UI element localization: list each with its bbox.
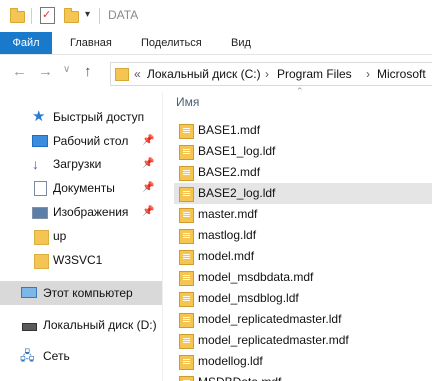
database-file-icon <box>179 166 194 181</box>
chevron-right-icon: › <box>265 67 269 81</box>
pin-icon[interactable]: 📌 <box>142 206 154 217</box>
desktop-icon <box>32 135 48 147</box>
folder-icon[interactable] <box>10 8 25 23</box>
nav-local-disk-d[interactable]: Локальный диск (D:) <box>0 313 162 337</box>
drive-icon <box>22 323 37 331</box>
pane-splitter[interactable] <box>162 92 163 381</box>
chevron-up-icon: ⌃ <box>296 86 304 96</box>
breadcrumb-overflow[interactable]: « <box>134 63 141 85</box>
file-row[interactable]: BASE2.mdf <box>174 162 432 183</box>
nav-quick-access[interactable]: ★ Быстрый доступ <box>0 105 162 129</box>
nav-pictures[interactable]: Изображения 📌 <box>0 200 162 224</box>
chevron-right-icon: › <box>366 67 370 81</box>
folder-icon <box>34 230 49 245</box>
download-icon: ↓ <box>32 156 39 172</box>
file-row[interactable]: model.mdf <box>174 246 432 267</box>
nav-this-pc[interactable]: Этот компьютер <box>0 281 162 305</box>
nav-documents[interactable]: Документы 📌 <box>0 176 162 200</box>
file-row[interactable]: BASE1_log.ldf <box>174 141 432 162</box>
file-row[interactable]: modellog.ldf <box>174 351 432 372</box>
file-row[interactable]: mastlog.ldf <box>174 225 432 246</box>
separator <box>99 8 100 24</box>
separator <box>31 8 32 24</box>
picture-icon <box>32 207 48 219</box>
database-file-icon <box>179 355 194 370</box>
file-row-selected[interactable]: BASE2_log.ldf <box>174 183 432 204</box>
nav-desktop[interactable]: Рабочий стол 📌 <box>0 129 162 153</box>
back-arrow-icon[interactable]: ← <box>12 63 27 80</box>
database-file-icon <box>179 208 194 223</box>
computer-icon <box>21 287 37 298</box>
up-arrow-icon[interactable]: ↑ <box>84 63 92 80</box>
database-file-icon <box>179 187 194 202</box>
ribbon-tabs: Файл Главная Поделиться Вид <box>0 32 432 55</box>
file-row[interactable]: model_msdblog.ldf <box>174 288 432 309</box>
file-row[interactable]: MSDBData.mdf <box>174 372 432 381</box>
pin-icon[interactable]: 📌 <box>142 182 154 193</box>
database-file-icon <box>179 250 194 265</box>
star-icon: ★ <box>32 108 46 125</box>
breadcrumb-local-disk-c[interactable]: Локальный диск (C:) <box>147 63 261 85</box>
forward-arrow-icon[interactable]: → <box>38 63 53 80</box>
column-header-name[interactable]: Имя ⌃ <box>176 86 432 112</box>
file-row[interactable]: model_msdbdata.mdf <box>174 267 432 288</box>
file-row[interactable]: BASE1.mdf <box>174 120 432 141</box>
pin-icon[interactable]: 📌 <box>142 158 154 169</box>
tab-file[interactable]: Файл <box>0 32 52 54</box>
file-row[interactable]: master.mdf <box>174 204 432 225</box>
recent-locations-chevron-icon[interactable]: ∨ <box>63 64 70 75</box>
breadcrumb-program-files[interactable]: Program Files <box>277 63 352 85</box>
database-file-icon <box>179 313 194 328</box>
network-icon: 🖧 <box>20 348 35 363</box>
database-file-icon <box>179 376 194 381</box>
file-row[interactable]: model_replicatedmaster.mdf <box>174 330 432 351</box>
nav-network[interactable]: 🖧 Сеть <box>0 344 162 368</box>
address-bar[interactable]: « Локальный диск (C:) › Program Files › … <box>110 62 432 86</box>
new-folder-icon[interactable] <box>64 8 79 23</box>
folder-icon <box>115 68 129 81</box>
database-file-icon <box>179 292 194 307</box>
document-icon <box>34 181 47 196</box>
title-bar: ✓ ▾ DATA <box>0 0 432 32</box>
database-file-icon <box>179 124 194 139</box>
nav-folder-w3svc1[interactable]: W3SVC1 <box>0 248 162 272</box>
database-file-icon <box>179 229 194 244</box>
window-title: DATA <box>108 8 139 22</box>
database-file-icon <box>179 145 194 160</box>
tab-home[interactable]: Главная <box>70 32 112 54</box>
pin-icon[interactable]: 📌 <box>142 135 154 146</box>
tab-share[interactable]: Поделиться <box>141 32 202 54</box>
file-row[interactable]: model_replicatedmaster.ldf <box>174 309 432 330</box>
nav-downloads[interactable]: ↓ Загрузки 📌 <box>0 152 162 176</box>
tab-view[interactable]: Вид <box>231 32 251 54</box>
breadcrumb-microsoft[interactable]: Microsoft <box>377 63 426 85</box>
database-file-icon <box>179 271 194 286</box>
properties-icon[interactable]: ✓ <box>40 7 55 24</box>
database-file-icon <box>179 334 194 349</box>
customize-quick-access-icon[interactable]: ▾ <box>85 9 90 20</box>
nav-folder-up[interactable]: up <box>0 224 162 248</box>
folder-icon <box>34 254 49 269</box>
